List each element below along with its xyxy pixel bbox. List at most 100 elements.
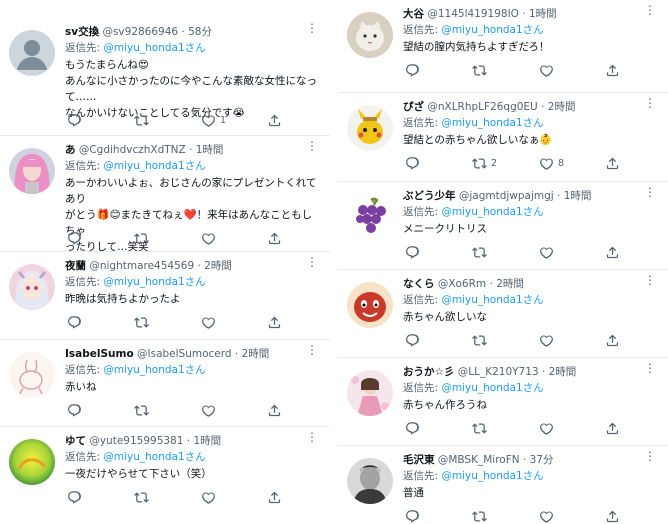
reply-mention-link[interactable]: @miyu_honda1さん [103, 276, 205, 288]
more-options-icon[interactable]: ⋮ [644, 4, 656, 21]
retweet-button[interactable] [134, 229, 153, 247]
more-options-icon[interactable]: ⋮ [644, 450, 656, 467]
display-name[interactable]: ぴざ [403, 101, 424, 113]
reply-mention-link[interactable]: @miyu_honda1さん [103, 451, 205, 463]
more-options-icon[interactable]: ⋮ [306, 140, 318, 157]
timestamp[interactable]: · 58分 [181, 26, 212, 38]
avatar[interactable] [9, 264, 55, 310]
like-button[interactable]: 8 [539, 154, 564, 172]
more-options-icon[interactable]: ⋮ [306, 256, 318, 273]
user-handle[interactable]: @nightmare454569 [89, 260, 194, 272]
tweet[interactable]: なくら @Xo6Rm · 2時間 返信先: @miyu_honda1さん 赤ちゃん欲… [338, 269, 668, 357]
retweet-button[interactable] [472, 243, 491, 261]
reply-button[interactable] [405, 243, 420, 261]
timestamp[interactable]: · 2時間 [541, 101, 575, 113]
reply-mention-link[interactable]: @miyu_honda1さん [441, 294, 543, 306]
user-handle[interactable]: @nXLRhpLF26qg0EU [427, 101, 537, 113]
share-button[interactable] [605, 243, 620, 261]
user-handle[interactable]: @sv92866946 [102, 26, 178, 38]
share-button[interactable] [605, 331, 620, 349]
timestamp[interactable]: · 2時間 [490, 278, 524, 290]
avatar[interactable] [347, 458, 393, 504]
timestamp[interactable]: · 1時間 [522, 8, 556, 20]
timestamp[interactable]: · 1時間 [187, 435, 221, 447]
retweet-button[interactable] [472, 419, 491, 437]
tweet[interactable]: 夜蘭 @nightmare454569 · 2時間 返信先: @miyu_hond… [0, 251, 330, 339]
tweet[interactable]: あ @CgdihdvczhXdTNZ · 1時間 返信先: @miyu_honda… [0, 135, 330, 253]
more-options-icon[interactable]: ⋮ [644, 186, 656, 203]
display-name[interactable]: 夜蘭 [65, 260, 86, 272]
like-button[interactable] [201, 313, 220, 331]
user-handle[interactable]: @LL_K210Y713 [458, 366, 539, 378]
tweet[interactable]: ぶどう少年 @jagmtdjwpajmgj · 1時間 返信先: @miyu_ho… [338, 181, 668, 269]
retweet-button[interactable] [134, 401, 153, 419]
user-handle[interactable]: @yute915995381 [89, 435, 183, 447]
display-name[interactable]: sv交換 [65, 26, 99, 38]
more-options-icon[interactable]: ⋮ [306, 344, 318, 361]
like-button[interactable]: 1 [201, 111, 226, 129]
timestamp[interactable]: · 2時間 [235, 348, 269, 360]
display-name[interactable]: IsabelSumo [65, 348, 134, 360]
display-name[interactable]: なくら [403, 278, 435, 290]
display-name[interactable]: あ [65, 144, 76, 156]
share-button[interactable] [605, 154, 620, 172]
reply-mention-link[interactable]: @miyu_honda1さん [441, 117, 543, 129]
avatar[interactable] [347, 105, 393, 151]
reply-button[interactable] [405, 507, 420, 524]
more-options-icon[interactable]: ⋮ [306, 22, 318, 39]
tweet[interactable]: おうか☆彡 @LL_K210Y713 · 2時間 返信先: @miyu_honda… [338, 357, 668, 445]
avatar[interactable] [347, 282, 393, 328]
reply-button[interactable] [405, 61, 420, 79]
like-button[interactable] [539, 507, 558, 524]
avatar[interactable] [347, 194, 393, 240]
like-button[interactable] [539, 331, 558, 349]
more-options-icon[interactable]: ⋮ [644, 97, 656, 114]
user-handle[interactable]: @Xo6Rm [438, 278, 486, 290]
like-button[interactable] [201, 229, 220, 247]
tweet[interactable]: sv交換 @sv92866946 · 58分 返信先: @miyu_honda1さ… [0, 18, 330, 135]
avatar[interactable] [347, 370, 393, 416]
reply-mention-link[interactable]: @miyu_honda1さん [441, 470, 543, 482]
tweet[interactable]: 大谷 @1145l419198IO · 1時間 返信先: @miyu_honda1… [338, 0, 668, 92]
retweet-button[interactable] [134, 111, 153, 129]
reply-mention-link[interactable]: @miyu_honda1さん [103, 160, 205, 172]
more-options-icon[interactable]: ⋮ [644, 274, 656, 291]
share-button[interactable] [267, 488, 282, 506]
reply-mention-link[interactable]: @miyu_honda1さん [441, 206, 543, 218]
share-button[interactable] [605, 419, 620, 437]
like-button[interactable] [539, 243, 558, 261]
tweet[interactable]: 毛沢東 @MBSK_MiroFN · 37分 返信先: @miyu_honda1さ… [338, 445, 668, 524]
display-name[interactable]: ゆて [65, 435, 86, 447]
avatar[interactable] [9, 439, 55, 485]
timestamp[interactable]: · 1時間 [189, 144, 223, 156]
timestamp[interactable]: · 37分 [523, 454, 554, 466]
more-options-icon[interactable]: ⋮ [306, 431, 318, 448]
like-button[interactable] [539, 61, 558, 79]
tweet[interactable]: ぴざ @nXLRhpLF26qg0EU · 2時間 返信先: @miyu_hond… [338, 92, 668, 181]
retweet-button[interactable] [472, 331, 491, 349]
display-name[interactable]: 大谷 [403, 8, 424, 20]
share-button[interactable] [267, 111, 282, 129]
reply-button[interactable] [67, 401, 82, 419]
like-button[interactable] [201, 488, 220, 506]
timestamp[interactable]: · 2時間 [542, 366, 576, 378]
timestamp[interactable]: · 1時間 [557, 190, 591, 202]
avatar[interactable] [9, 30, 55, 76]
like-button[interactable] [539, 419, 558, 437]
share-button[interactable] [605, 507, 620, 524]
display-name[interactable]: ぶどう少年 [403, 190, 456, 202]
user-handle[interactable]: @MBSK_MiroFN [438, 454, 520, 466]
retweet-button[interactable]: 2 [472, 154, 497, 172]
share-button[interactable] [267, 313, 282, 331]
reply-mention-link[interactable]: @miyu_honda1さん [441, 24, 543, 36]
display-name[interactable]: おうか☆彡 [403, 366, 454, 378]
reply-mention-link[interactable]: @miyu_honda1さん [103, 42, 205, 54]
reply-mention-link[interactable]: @miyu_honda1さん [103, 364, 205, 376]
avatar[interactable] [9, 352, 55, 398]
reply-button[interactable] [405, 331, 420, 349]
more-options-icon[interactable]: ⋮ [644, 362, 656, 379]
user-handle[interactable]: @1145l419198IO [427, 8, 519, 20]
reply-button[interactable] [67, 111, 82, 129]
reply-button[interactable] [405, 154, 420, 172]
reply-mention-link[interactable]: @miyu_honda1さん [441, 382, 543, 394]
